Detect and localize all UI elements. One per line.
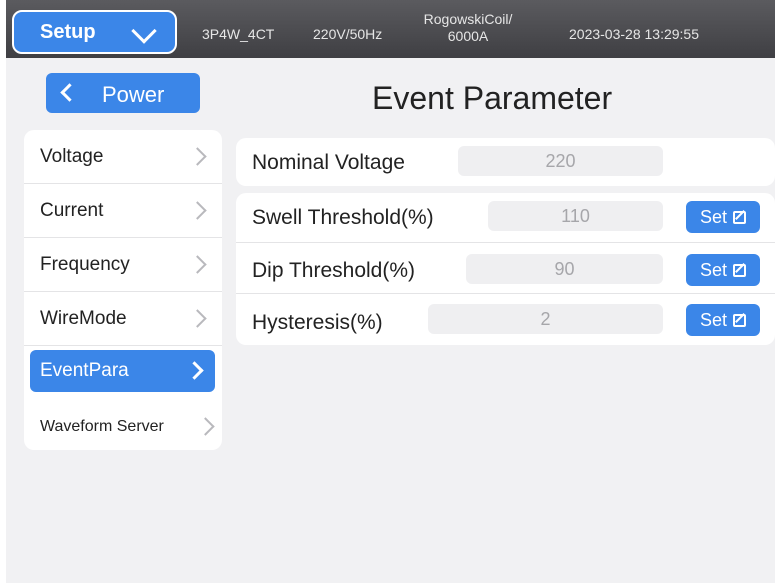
sidebar-item-label: Voltage <box>40 145 104 167</box>
sidebar-item-frequency[interactable]: Frequency <box>24 238 222 292</box>
sensor-type: RogowskiCoil/ <box>423 11 513 27</box>
dip-threshold-label: Dip Threshold(%) <box>252 259 416 282</box>
setup-menu-button[interactable]: Setup <box>12 10 177 54</box>
threshold-settings-card: Swell Threshold(%) 110 Set Dip Threshold… <box>236 193 775 345</box>
sidebar-item-label: Frequency <box>40 253 130 275</box>
set-button-label: Set <box>699 259 728 280</box>
sidebar-item-label: WireMode <box>40 307 127 329</box>
chevron-right-icon <box>188 201 207 220</box>
edit-icon <box>733 263 747 277</box>
top-bar: Setup 3P4W_4CT 220V/50Hz RogowskiCoil/ 6… <box>6 0 775 58</box>
sidebar-item-waveform-server[interactable]: Waveform Server <box>24 400 222 454</box>
datetime-status: 2023-03-28 13:29:55 <box>569 26 699 42</box>
back-button[interactable]: Power <box>46 73 200 113</box>
sidebar-item-label: Current <box>40 199 104 221</box>
chevron-right-icon <box>196 417 215 436</box>
hysteresis-set-button[interactable]: Set <box>686 304 760 336</box>
swell-threshold-label: Swell Threshold(%) <box>252 206 434 229</box>
sidebar-item-label: Waveform Server <box>40 418 164 435</box>
back-button-label: Power <box>102 82 165 107</box>
app-frame: Setup 3P4W_4CT 220V/50Hz RogowskiCoil/ 6… <box>6 0 775 583</box>
setup-menu-label: Setup <box>40 20 96 43</box>
hysteresis-label: Hysteresis(%) <box>252 311 383 334</box>
sidebar: Voltage Current Frequency WireMode Event… <box>24 130 222 450</box>
hysteresis-field[interactable]: 2 <box>428 304 663 334</box>
swell-threshold-field[interactable]: 110 <box>488 201 663 231</box>
sensor-status: RogowskiCoil/ 6000A <box>418 11 518 45</box>
sidebar-item-label: EventPara <box>40 360 129 381</box>
chevron-right-icon <box>185 361 204 380</box>
divider <box>236 293 775 294</box>
nominal-voltage-card: Nominal Voltage 220 <box>236 138 775 186</box>
nominal-voltage-field[interactable]: 220 <box>458 146 663 176</box>
chevron-right-icon <box>188 147 207 166</box>
chevron-left-icon <box>60 83 79 102</box>
wiring-mode-status: 3P4W_4CT <box>202 26 275 42</box>
set-button-label: Set <box>699 309 728 330</box>
divider <box>236 242 775 243</box>
nominal-voltage-label: Nominal Voltage <box>252 151 405 174</box>
swell-threshold-set-button[interactable]: Set <box>686 201 760 233</box>
page-title: Event Parameter <box>372 80 613 116</box>
sensor-range: 6000A <box>447 28 489 44</box>
voltage-frequency-status: 220V/50Hz <box>313 26 383 42</box>
sidebar-item-voltage[interactable]: Voltage <box>24 130 222 184</box>
chevron-right-icon <box>188 309 207 328</box>
dip-threshold-set-button[interactable]: Set <box>686 254 760 286</box>
edit-icon <box>733 313 747 327</box>
chevron-down-icon <box>131 18 157 44</box>
dip-threshold-field[interactable]: 90 <box>466 254 663 284</box>
edit-icon <box>733 210 747 224</box>
sidebar-item-wiremode[interactable]: WireMode <box>24 292 222 346</box>
chevron-right-icon <box>188 255 207 274</box>
set-button-label: Set <box>699 206 728 227</box>
sidebar-item-eventpara[interactable]: EventPara <box>30 350 215 392</box>
sidebar-item-current[interactable]: Current <box>24 184 222 238</box>
